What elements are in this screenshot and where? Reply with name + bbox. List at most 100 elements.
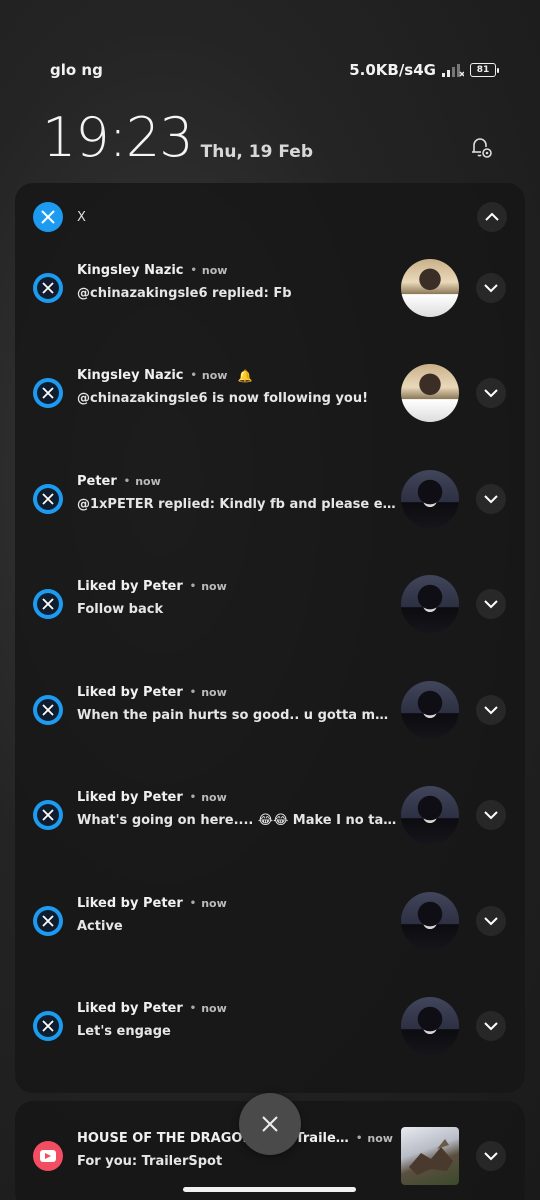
group-header[interactable]: X <box>33 199 507 235</box>
notification-body: @1xPETER replied: Kindly fb and please e… <box>77 497 397 512</box>
expand-notification-button[interactable] <box>476 484 506 514</box>
x-app-icon <box>33 484 63 514</box>
chevron-down-icon <box>484 600 498 609</box>
separator-dot: • <box>190 265 197 276</box>
expand-notification-button[interactable] <box>476 273 506 303</box>
expand-notification-button[interactable] <box>476 378 506 408</box>
close-icon <box>262 1116 278 1132</box>
chevron-up-icon <box>485 212 499 221</box>
chevron-down-icon <box>484 495 498 504</box>
status-indicators: 5.0KB/s4G 81 <box>349 61 499 79</box>
x-app-icon <box>33 589 63 619</box>
expand-notification-button[interactable] <box>476 800 506 830</box>
group-app-name: X <box>77 209 86 225</box>
notification-time: now <box>135 475 161 488</box>
clear-all-button[interactable] <box>239 1093 301 1155</box>
notification-time: now <box>201 897 227 910</box>
notification-item[interactable]: Kingsley Nazic • now @chinazakingsle6 repli… <box>33 253 507 323</box>
expand-notification-button[interactable] <box>476 589 506 619</box>
notification-time: now <box>367 1132 393 1145</box>
x-notification-group: X Kingsley Nazic • now @chinazakingsle6 rep… <box>15 183 525 1093</box>
avatar <box>401 786 459 844</box>
network-speed: 5.0KB/s4G <box>349 61 436 79</box>
carrier-label: glo ng <box>50 61 103 79</box>
separator-dot: • <box>190 370 197 381</box>
notification-item[interactable]: Liked by Peter • now What's going on here..… <box>33 780 507 850</box>
avatar <box>401 364 459 422</box>
x-app-icon <box>33 202 63 232</box>
chevron-down-icon <box>484 389 498 398</box>
notification-text: Liked by Peter • now Follow back <box>77 579 397 617</box>
notification-time: now <box>201 369 228 382</box>
notification-time: now <box>201 264 228 277</box>
battery-icon: 81 <box>470 63 499 77</box>
notification-text: Liked by Peter • now Active <box>77 896 397 934</box>
notification-body: Follow back <box>77 602 164 617</box>
notification-time: now <box>201 1002 227 1015</box>
notification-body: @chinazakingsle6 replied: Fb <box>77 286 292 301</box>
separator-dot: • <box>189 581 197 592</box>
notification-text: HOUSE OF THE DRAGON SE... Traile... • no… <box>77 1131 397 1169</box>
avatar <box>401 892 459 950</box>
notification-item[interactable]: Liked by Peter • now Follow back <box>33 569 507 639</box>
notification-title: Kingsley Nazic <box>77 368 184 383</box>
notification-text: Kingsley Nazic • now @chinazakingsle6 repli… <box>77 263 397 301</box>
separator-dot: • <box>189 792 197 803</box>
chevron-down-icon <box>484 284 498 293</box>
separator-dot: • <box>356 1133 363 1144</box>
chevron-down-icon <box>484 1022 498 1031</box>
notification-time: now <box>201 580 227 593</box>
bell-gear-icon <box>472 138 492 158</box>
x-app-icon <box>33 906 63 936</box>
notification-title: Liked by Peter <box>77 579 183 594</box>
home-indicator[interactable] <box>183 1187 356 1192</box>
notification-title: Liked by Peter <box>77 685 183 700</box>
separator-dot: • <box>189 1003 197 1014</box>
chevron-down-icon <box>484 706 498 715</box>
notification-body: Active <box>77 919 123 934</box>
notification-item[interactable]: Liked by Peter • now Active <box>33 886 507 956</box>
notification-text: Peter • now @1xPETER replied: Kindly fb and… <box>77 474 397 512</box>
expand-notification-button[interactable] <box>476 1011 506 1041</box>
expand-notification-button[interactable] <box>476 1141 506 1171</box>
notification-body: When the pain hurts so good.. u gotta mo… <box>77 708 397 723</box>
video-thumbnail <box>401 1127 459 1185</box>
notification-item[interactable]: Kingsley Nazic • now 🔔 @chinazakingsle6 is n… <box>33 358 507 428</box>
avatar <box>401 997 459 1055</box>
youtube-app-icon <box>33 1141 63 1171</box>
notification-text: Liked by Peter • now Let's engage <box>77 1001 397 1039</box>
x-app-icon <box>33 800 63 830</box>
notification-item[interactable]: Liked by Peter • now When the pain hurts so… <box>33 675 507 745</box>
notification-time: now <box>201 686 227 699</box>
date: Thu, 19 Feb <box>200 142 314 162</box>
clock: 19:23 <box>42 106 194 169</box>
notification-settings-button[interactable] <box>466 132 496 162</box>
chevron-down-icon <box>484 1152 498 1161</box>
battery-level: 81 <box>476 65 490 75</box>
notification-title: Kingsley Nazic <box>77 263 184 278</box>
x-app-icon <box>33 273 63 303</box>
notification-item[interactable]: Peter • now @1xPETER replied: Kindly fb and… <box>33 464 507 534</box>
x-app-icon <box>33 1011 63 1041</box>
notification-title: Liked by Peter <box>77 790 183 805</box>
separator-dot: • <box>189 687 197 698</box>
chevron-down-icon <box>484 917 498 926</box>
notification-title: Peter <box>77 474 117 489</box>
notification-text: Liked by Peter • now What's going on here..… <box>77 790 397 828</box>
x-app-icon <box>33 695 63 725</box>
avatar <box>401 681 459 739</box>
notification-body: For you: TrailerSpot <box>77 1154 223 1169</box>
notification-title: Liked by Peter <box>77 1001 183 1016</box>
avatar <box>401 259 459 317</box>
collapse-group-button[interactable] <box>477 202 507 232</box>
notification-title: HOUSE OF THE DRAGON SE... Traile... <box>77 1131 349 1146</box>
expand-notification-button[interactable] <box>476 906 506 936</box>
notification-title: Liked by Peter <box>77 896 183 911</box>
bell-icon: 🔔 <box>237 368 253 383</box>
lockscreen-clock-row: 19:23 Thu, 19 Feb <box>42 108 496 168</box>
expand-notification-button[interactable] <box>476 695 506 725</box>
notification-item[interactable]: Liked by Peter • now Let's engage <box>33 991 507 1061</box>
notification-text: Kingsley Nazic • now 🔔 @chinazakingsle6 is n… <box>77 368 397 406</box>
chevron-down-icon <box>484 811 498 820</box>
signal-icon <box>442 64 464 77</box>
